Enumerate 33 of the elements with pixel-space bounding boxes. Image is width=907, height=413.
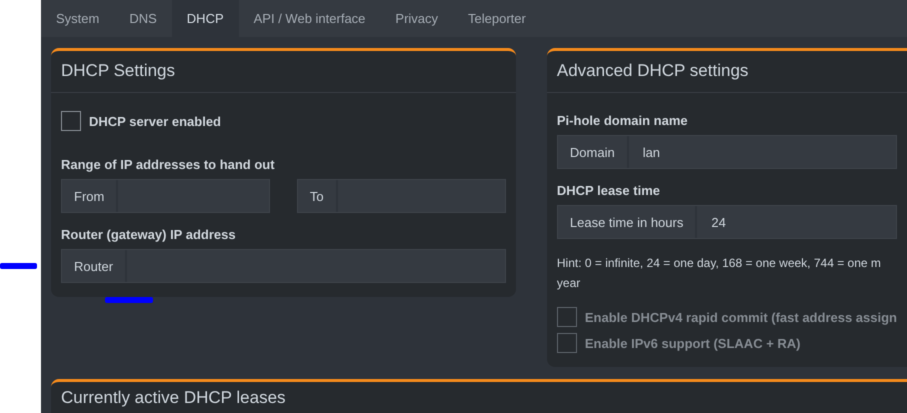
pen-scribble	[0, 263, 37, 269]
field-value: lan	[642, 144, 660, 160]
card-title: Currently active DHCP leases	[60, 387, 287, 409]
field-label: Router (gateway) IP address	[61, 227, 237, 242]
tab[interactable]: DNS	[114, 0, 172, 37]
checkbox[interactable]	[61, 111, 81, 131]
input-field[interactable]: From	[61, 179, 270, 213]
tab[interactable]: Teleporter	[453, 0, 541, 37]
checkbox-label: Enable DHCPv4 rapid commit (fast address assign	[584, 310, 897, 324]
field-label: Range of IP addresses to hand out	[61, 157, 276, 172]
tab[interactable]: Privacy	[380, 0, 454, 37]
field-value: 24	[711, 214, 726, 230]
input-field[interactable]: Router	[61, 249, 506, 283]
card-title: DHCP Settings	[51, 51, 516, 93]
field-addon: Domain	[558, 136, 629, 168]
input-field[interactable]: To	[296, 179, 506, 213]
checkbox-label: DHCP server enabled	[89, 114, 221, 128]
field-addon: Router	[62, 250, 128, 282]
field-label: Pi-hole domain name	[556, 113, 689, 128]
tab[interactable]: API / Web interface	[238, 0, 380, 37]
tab[interactable]: DHCP	[172, 0, 239, 37]
field-addon: From	[62, 180, 118, 212]
input-field[interactable]: Lease time in hours 24	[556, 205, 897, 239]
input-field[interactable]: Domain lan	[556, 135, 897, 169]
tab[interactable]: System	[41, 0, 114, 37]
field-label: DHCP lease time	[556, 183, 661, 198]
card-title: Advanced DHCP settings	[546, 51, 907, 93]
pen-scribble	[105, 297, 153, 303]
field-addon: Lease time in hours	[558, 206, 698, 238]
field-addon: To	[298, 180, 338, 212]
checkbox-label: Enable IPv6 support (SLAAC + RA)	[584, 336, 801, 350]
hint-text: Hint: 0 = infinite, 24 = one day, 168 = one week, 744 = one m	[556, 255, 882, 272]
hint-text: year	[556, 275, 582, 292]
